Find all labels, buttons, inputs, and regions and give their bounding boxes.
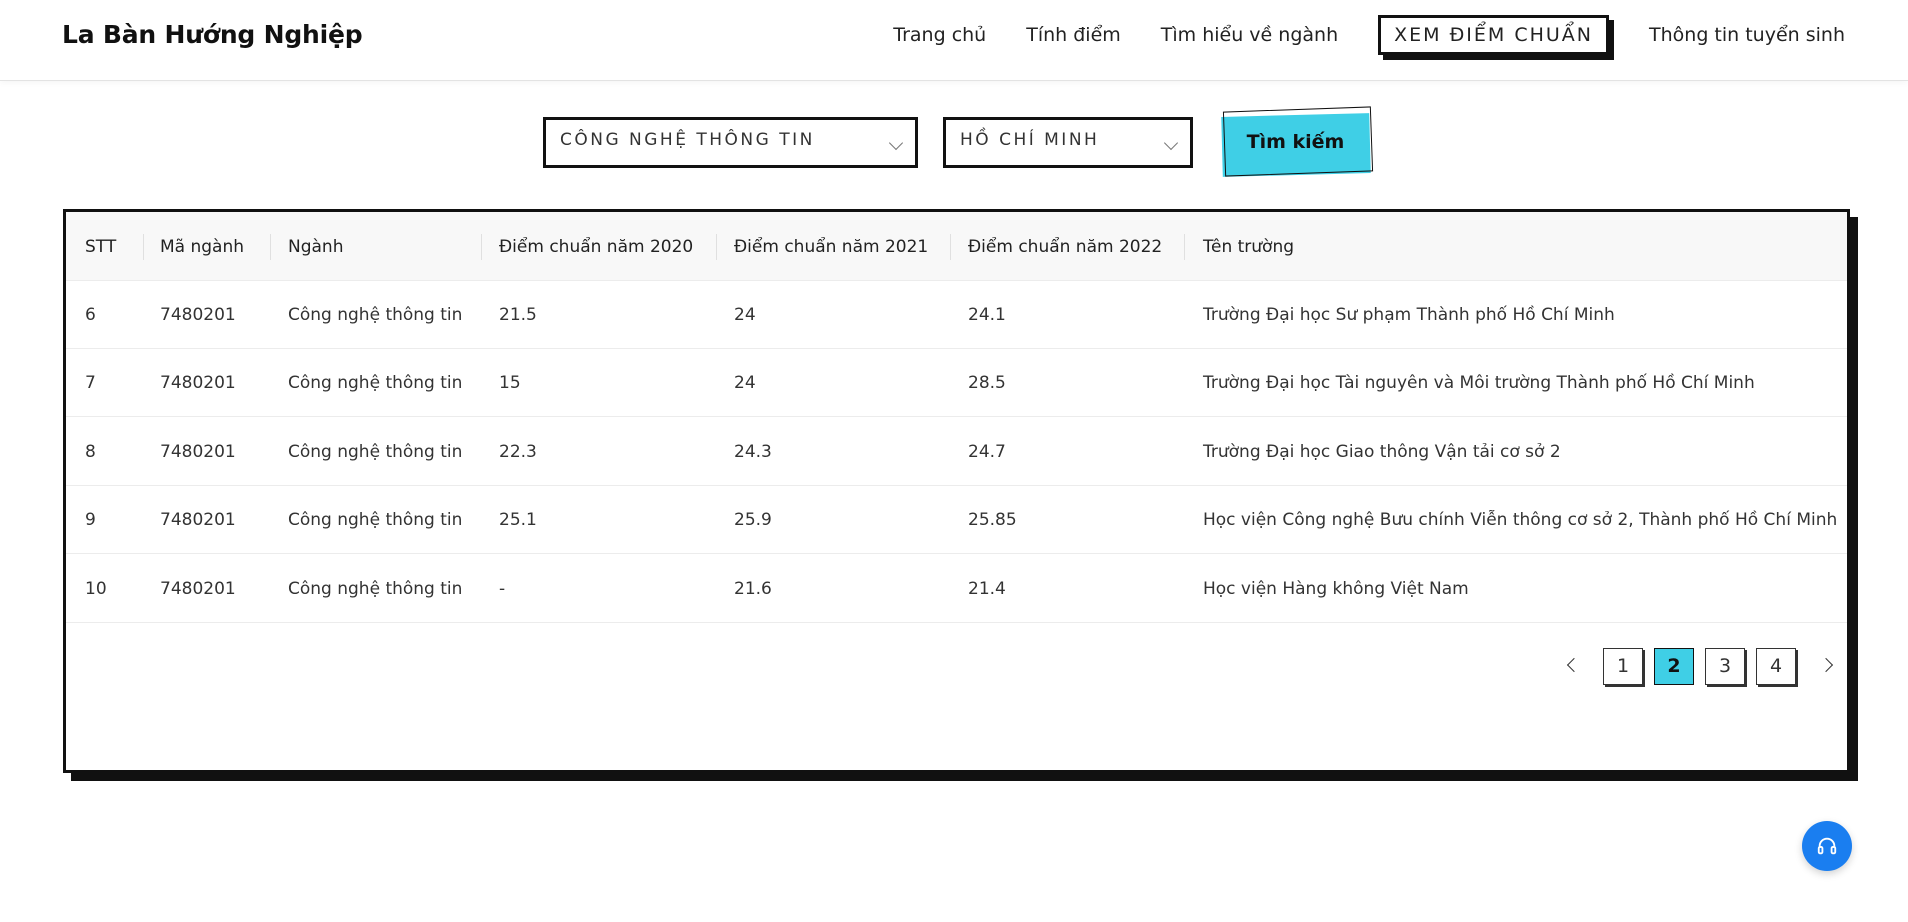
cell-stt: 9 (85, 510, 96, 530)
column-separator (716, 234, 717, 260)
cell-major-code: 7480201 (160, 579, 236, 599)
cell-score-2022: 24.1 (968, 305, 1006, 325)
column-separator (270, 234, 271, 260)
major-select-value: CÔNG NGHỆ THÔNG TIN (560, 130, 815, 150)
chevron-right-icon[interactable] (1818, 657, 1834, 673)
headset-icon (1817, 837, 1837, 855)
nav-item-admissions-info[interactable]: Thông tin tuyển sinh (1649, 24, 1845, 46)
cell-score-2022: 25.85 (968, 510, 1017, 530)
cell-major-code: 7480201 (160, 442, 236, 462)
table-row: 8 7480201 Công nghệ thông tin 22.3 24.3 … (66, 418, 1847, 486)
table-row: 7 7480201 Công nghệ thông tin 15 24 28.5… (66, 349, 1847, 417)
cell-score-2020: 25.1 (499, 510, 537, 530)
table-row: 10 7480201 Công nghệ thông tin - 21.6 21… (66, 555, 1847, 623)
column-header-stt: STT (85, 237, 117, 257)
cell-score-2020: 22.3 (499, 442, 537, 462)
cell-score-2021: 24 (734, 305, 756, 325)
cell-score-2022: 24.7 (968, 442, 1006, 462)
column-separator (481, 234, 482, 260)
cell-stt: 6 (85, 305, 96, 325)
chevron-down-icon (1163, 135, 1179, 151)
page-button-2[interactable]: 2 (1654, 648, 1694, 685)
cell-major: Công nghệ thông tin (288, 305, 463, 325)
cell-score-2022: 21.4 (968, 579, 1006, 599)
column-separator (950, 234, 951, 260)
table-row: 6 7480201 Công nghệ thông tin 21.5 24 24… (66, 281, 1847, 349)
city-select-value: HỒ CHÍ MINH (960, 130, 1100, 150)
support-chat-button[interactable] (1802, 821, 1852, 871)
nav-item-cutoff-scores[interactable]: XEM ĐIỂM CHUẨN (1378, 15, 1609, 55)
cell-score-2020: 15 (499, 373, 521, 393)
chevron-left-icon[interactable] (1566, 657, 1582, 673)
results-table-card: STT Mã ngành Ngành Điểm chuẩn năm 2020 Đ… (63, 209, 1850, 773)
table-header: STT Mã ngành Ngành Điểm chuẩn năm 2020 Đ… (66, 212, 1847, 281)
cell-school: Học viện Hàng không Việt Nam (1203, 579, 1469, 599)
cell-major: Công nghệ thông tin (288, 442, 463, 462)
cell-major: Công nghệ thông tin (288, 510, 463, 530)
cell-school: Trường Đại học Tài nguyên và Môi trường … (1203, 373, 1755, 393)
column-separator (1184, 234, 1185, 260)
major-select[interactable]: CÔNG NGHỆ THÔNG TIN (543, 117, 918, 168)
cell-score-2021: 24 (734, 373, 756, 393)
cell-score-2020: - (499, 579, 506, 599)
column-header-score-2022: Điểm chuẩn năm 2022 (968, 237, 1163, 257)
cell-stt: 10 (85, 579, 107, 599)
city-select[interactable]: HỒ CHÍ MINH (943, 117, 1193, 168)
column-separator (143, 234, 144, 260)
cell-major-code: 7480201 (160, 510, 236, 530)
column-header-school: Tên trường (1203, 237, 1295, 257)
chevron-down-icon (888, 135, 904, 151)
page-button-1[interactable]: 1 (1603, 648, 1643, 685)
column-header-major: Ngành (288, 237, 344, 257)
cell-major: Công nghệ thông tin (288, 579, 463, 599)
cell-score-2022: 28.5 (968, 373, 1006, 393)
nav-item-explore-majors[interactable]: Tìm hiểu về ngành (1161, 24, 1338, 46)
cell-score-2021: 24.3 (734, 442, 772, 462)
column-header-score-2021: Điểm chuẩn năm 2021 (734, 237, 929, 257)
main-nav: Trang chủ Tính điểm Tìm hiểu về ngành XE… (853, 0, 1845, 70)
cell-school: Trường Đại học Giao thông Vận tải cơ sở … (1203, 442, 1561, 462)
page-button-3[interactable]: 3 (1705, 648, 1745, 685)
cell-stt: 8 (85, 442, 96, 462)
page-button-4[interactable]: 4 (1756, 648, 1796, 685)
table-row: 9 7480201 Công nghệ thông tin 25.1 25.9 … (66, 486, 1847, 554)
nav-item-calculate-score[interactable]: Tính điểm (1026, 24, 1121, 46)
column-header-major-code: Mã ngành (160, 237, 245, 257)
cell-major: Công nghệ thông tin (288, 373, 463, 393)
cell-score-2020: 21.5 (499, 305, 537, 325)
cell-school: Trường Đại học Sư phạm Thành phố Hồ Chí … (1203, 305, 1615, 325)
cell-stt: 7 (85, 373, 96, 393)
search-button[interactable]: Tìm kiếm (1218, 106, 1374, 179)
search-button-label: Tìm kiếm (1246, 131, 1345, 153)
cell-school: Học viện Công nghệ Bưu chính Viễn thông … (1203, 510, 1838, 530)
nav-item-home[interactable]: Trang chủ (893, 24, 986, 46)
top-header: La Bàn Hướng Nghiệp Trang chủ Tính điểm … (0, 0, 1908, 81)
column-header-score-2020: Điểm chuẩn năm 2020 (499, 237, 694, 257)
cell-major-code: 7480201 (160, 305, 236, 325)
cell-score-2021: 21.6 (734, 579, 772, 599)
cell-score-2021: 25.9 (734, 510, 772, 530)
brand-logo[interactable]: La Bàn Hướng Nghiệp (62, 20, 363, 49)
cell-major-code: 7480201 (160, 373, 236, 393)
pagination: 1 2 3 4 (1566, 646, 1856, 696)
